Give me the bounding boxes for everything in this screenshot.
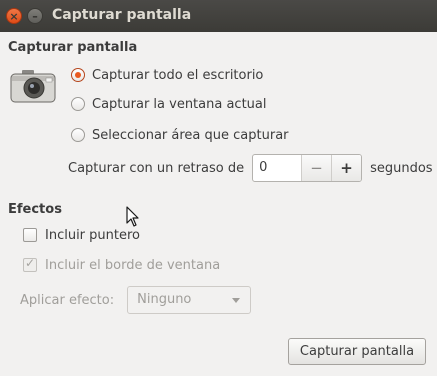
radio-label: Seleccionar área que capturar — [92, 127, 289, 143]
include-border-option: Incluir el borde de ventana — [23, 255, 220, 275]
effect-dropdown: Ninguno — [127, 286, 252, 314]
minimize-icon[interactable]: – — [27, 8, 43, 24]
title-bar: × – Capturar pantalla — [0, 0, 437, 32]
capture-section-title: Capturar pantalla — [8, 40, 138, 55]
decrement-button[interactable]: − — [301, 155, 332, 181]
delay-label: Capturar con un retraso de — [68, 160, 245, 176]
include-border-label: Incluir el borde de ventana — [45, 257, 221, 273]
apply-effect-row: Aplicar efecto: Ninguno — [20, 285, 252, 315]
include-pointer-label: Incluir puntero — [45, 227, 140, 243]
radio-capture-window[interactable]: Capturar la ventana actual — [71, 94, 267, 114]
include-pointer-option[interactable]: Incluir puntero — [23, 225, 140, 245]
dropdown-arrow-icon — [232, 298, 241, 303]
increment-button[interactable]: + — [331, 155, 362, 181]
radio-capture-desktop[interactable]: Capturar todo el escritorio — [71, 65, 263, 85]
radio-button[interactable] — [71, 97, 85, 111]
capture-screen-button[interactable]: Capturar pantalla — [288, 338, 426, 365]
apply-effect-label: Aplicar efecto: — [20, 292, 115, 308]
delay-row: Capturar con un retraso de 0 − + segundo… — [68, 154, 433, 182]
delay-stepper[interactable]: 0 − + — [252, 154, 363, 182]
window-title: Capturar pantalla — [52, 7, 192, 23]
include-pointer-checkbox[interactable] — [23, 228, 37, 242]
radio-label: Capturar la ventana actual — [92, 96, 267, 112]
delay-value-input[interactable]: 0 — [253, 155, 301, 181]
effect-dropdown-value: Ninguno — [137, 292, 192, 307]
include-border-checkbox — [23, 256, 37, 272]
effects-section-title: Efectos — [8, 202, 62, 217]
close-icon[interactable]: × — [6, 8, 22, 24]
camera-icon — [10, 70, 56, 103]
radio-label: Capturar todo el escritorio — [92, 67, 264, 83]
radio-select-area[interactable]: Seleccionar área que capturar — [71, 125, 289, 145]
radio-button[interactable] — [71, 128, 85, 142]
delay-unit-label: segundos — [370, 160, 433, 176]
radio-button-selected[interactable] — [71, 68, 85, 82]
